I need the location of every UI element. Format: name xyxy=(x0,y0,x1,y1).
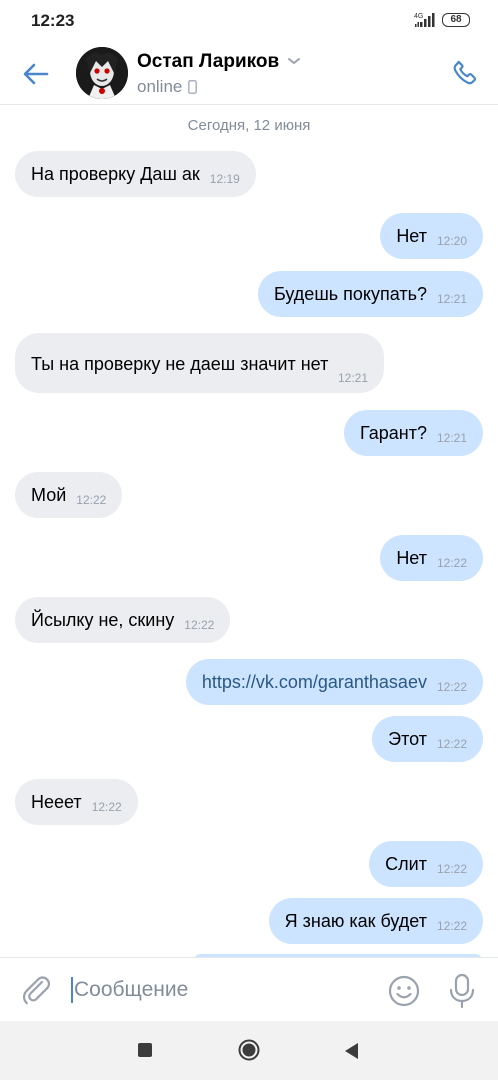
message-text: Йсылку не, скину xyxy=(31,609,175,630)
message-time: 12:22 xyxy=(436,862,467,876)
chevron-down-icon[interactable] xyxy=(287,56,301,66)
message-time: 12:21 xyxy=(337,371,368,385)
message-outgoing[interactable]: Нет 12:22 xyxy=(380,535,483,581)
message-text: Я знаю как будет xyxy=(284,910,427,931)
emoji-button[interactable] xyxy=(385,972,423,1010)
message-text: Нееет xyxy=(31,791,82,812)
message-outgoing[interactable]: Слит 12:22 xyxy=(369,841,483,887)
signal-icon: 4G xyxy=(414,13,436,27)
back-nav-button[interactable] xyxy=(342,1041,360,1061)
message-link[interactable]: https://vk.com/garanthasaev xyxy=(202,672,427,693)
message-text: Слит xyxy=(385,853,427,874)
system-nav-bar xyxy=(0,1021,498,1080)
message-composer xyxy=(0,957,498,1022)
message-text: На проверку Даш ак xyxy=(31,163,200,184)
message-outgoing[interactable]: Будешь покупать? 12:21 xyxy=(257,271,483,317)
message-time: 12:21 xyxy=(436,431,467,445)
date-separator: Сегодня, 12 июня xyxy=(187,117,311,134)
message-outgoing[interactable]: Гарант? 12:21 xyxy=(344,410,483,456)
contact-name[interactable]: Остап Лариков xyxy=(137,51,279,73)
recents-button[interactable] xyxy=(138,1043,152,1057)
message-outgoing[interactable]: https://vk.com/garanthasaev 12:22 xyxy=(185,659,483,705)
status-time: 12:23 xyxy=(31,11,75,30)
message-text: Гарант? xyxy=(360,422,427,443)
avatar[interactable] xyxy=(76,47,128,99)
message-time: 12:21 xyxy=(436,292,467,306)
text-caret xyxy=(71,977,73,1003)
message-text: Нет xyxy=(396,225,427,246)
status-icons: 4G 68 xyxy=(414,13,470,27)
message-incoming[interactable]: Ты на проверку не даеш значит нет 12:21 xyxy=(15,333,384,393)
message-outgoing[interactable]: Нет 12:20 xyxy=(380,213,483,259)
voice-button[interactable] xyxy=(446,972,478,1010)
message-time: 12:19 xyxy=(209,172,240,186)
battery-icon: 68 xyxy=(442,13,470,27)
message-time: 12:20 xyxy=(436,234,467,248)
message-incoming[interactable]: На проверку Даш ак 12:19 xyxy=(15,151,256,197)
back-button[interactable] xyxy=(18,56,54,92)
contact-status: online xyxy=(137,77,198,97)
back-arrow-icon xyxy=(23,63,49,85)
message-outgoing[interactable]: Этот 12:22 xyxy=(372,716,483,762)
message-time: 12:22 xyxy=(76,493,107,507)
attach-button[interactable] xyxy=(18,972,54,1008)
paperclip-icon xyxy=(23,976,51,1005)
message-time: 12:22 xyxy=(436,737,467,751)
mobile-phone-icon xyxy=(188,80,198,94)
message-text: Нет xyxy=(396,547,427,568)
message-text: Ты на проверку не даеш значит нет xyxy=(31,353,329,374)
message-time: 12:22 xyxy=(436,680,467,694)
message-time: 12:22 xyxy=(436,556,467,570)
message-time: 12:22 xyxy=(184,618,215,632)
message-text: Мой xyxy=(31,484,67,505)
message-input[interactable] xyxy=(74,972,374,1008)
message-outgoing[interactable]: Я знаю как будет 12:22 xyxy=(268,898,483,944)
status-bar: 12:23 4G 68 xyxy=(0,0,498,42)
message-incoming[interactable]: Нееет 12:22 xyxy=(15,779,138,825)
message-incoming[interactable]: Йсылку не, скину 12:22 xyxy=(15,597,231,643)
message-time: 12:22 xyxy=(436,919,467,933)
chat-header: Остап Лариков online xyxy=(0,42,498,105)
message-text: Будешь покупать? xyxy=(273,283,427,304)
phone-icon xyxy=(453,60,477,85)
call-button[interactable] xyxy=(446,54,484,92)
smile-icon xyxy=(388,975,420,1007)
home-button[interactable] xyxy=(238,1039,260,1061)
message-text: Этот xyxy=(388,728,427,749)
microphone-icon xyxy=(449,973,475,1009)
message-incoming[interactable]: Мой 12:22 xyxy=(15,472,123,518)
status-text: online xyxy=(137,77,183,96)
battery-level: 68 xyxy=(450,14,462,25)
message-time: 12:22 xyxy=(91,800,122,814)
